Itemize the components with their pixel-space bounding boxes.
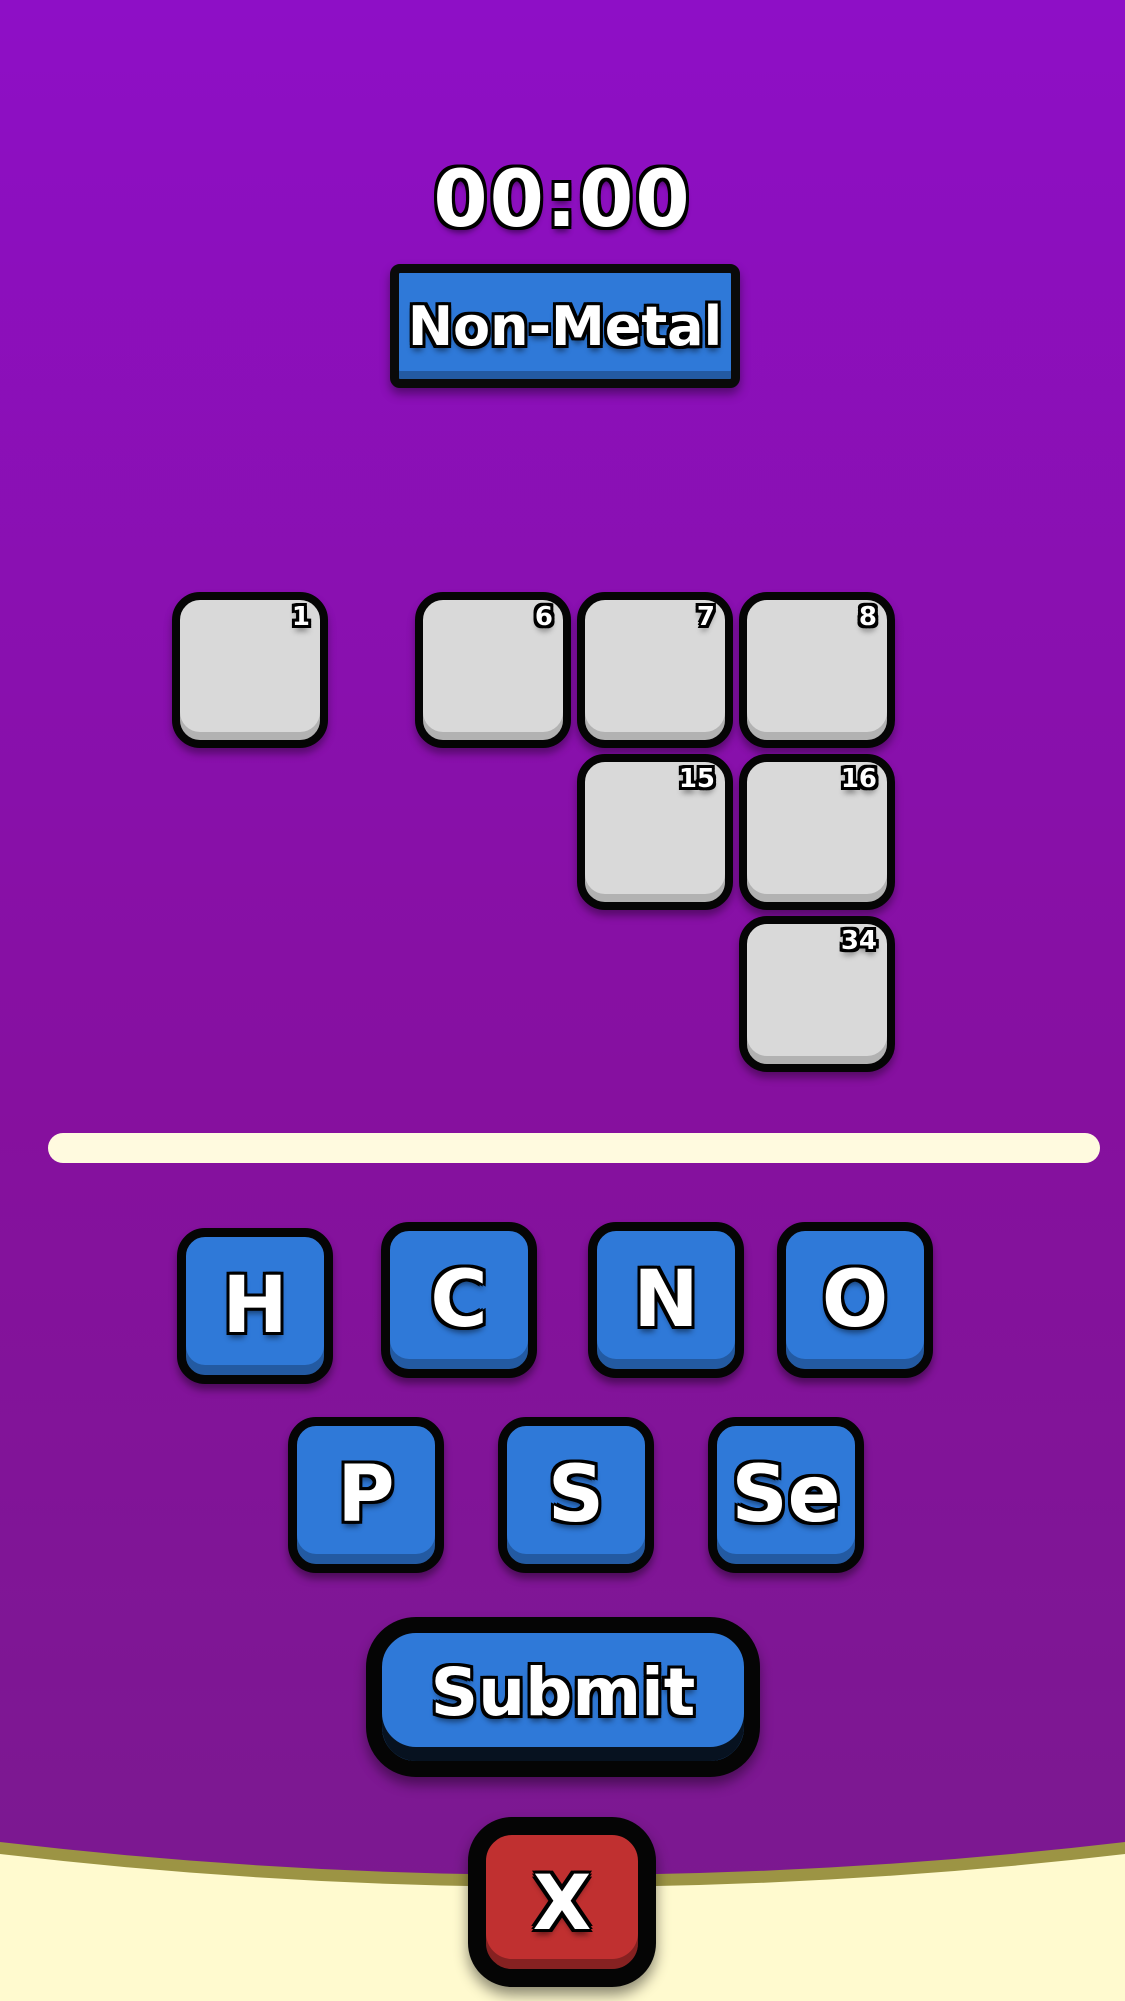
answer-slot-34[interactable]: 34 [739,916,895,1072]
category-label: Non-Metal [390,264,740,388]
element-tile-s[interactable]: S [498,1417,654,1573]
tile-symbol: P [337,1450,395,1540]
timer-display: 00:00 [433,155,692,245]
tile-symbol: C [430,1255,488,1345]
tile-symbol: Se [731,1450,841,1540]
element-tile-h[interactable]: H [177,1228,333,1384]
tile-symbol: O [821,1255,889,1345]
element-tile-n[interactable]: N [588,1222,744,1378]
tile-symbol: N [633,1255,699,1345]
atomic-number: 6 [534,602,553,632]
atomic-number: 34 [840,926,877,956]
atomic-number: 7 [696,602,715,632]
element-tile-p[interactable]: P [288,1417,444,1573]
answer-slot-16[interactable]: 16 [739,754,895,910]
atomic-number: 15 [678,764,715,794]
element-tile-o[interactable]: O [777,1222,933,1378]
tile-symbol: H [222,1261,288,1351]
submit-label: Submit [430,1653,696,1731]
answer-slot-8[interactable]: 8 [739,592,895,748]
answer-slot-1[interactable]: 1 [172,592,328,748]
submit-button[interactable]: Submit [366,1617,760,1777]
divider [48,1133,1100,1163]
atomic-number: 1 [291,602,310,632]
close-icon: X [532,1857,592,1947]
answer-slot-6[interactable]: 6 [415,592,571,748]
tile-symbol: S [547,1450,605,1540]
answer-slot-7[interactable]: 7 [577,592,733,748]
atomic-number: 8 [858,602,877,632]
answer-slot-15[interactable]: 15 [577,754,733,910]
element-tile-c[interactable]: C [381,1222,537,1378]
atomic-number: 16 [840,764,877,794]
element-tile-se[interactable]: Se [708,1417,864,1573]
close-button[interactable]: X [468,1817,656,1987]
category-text: Non-Metal [407,294,723,358]
